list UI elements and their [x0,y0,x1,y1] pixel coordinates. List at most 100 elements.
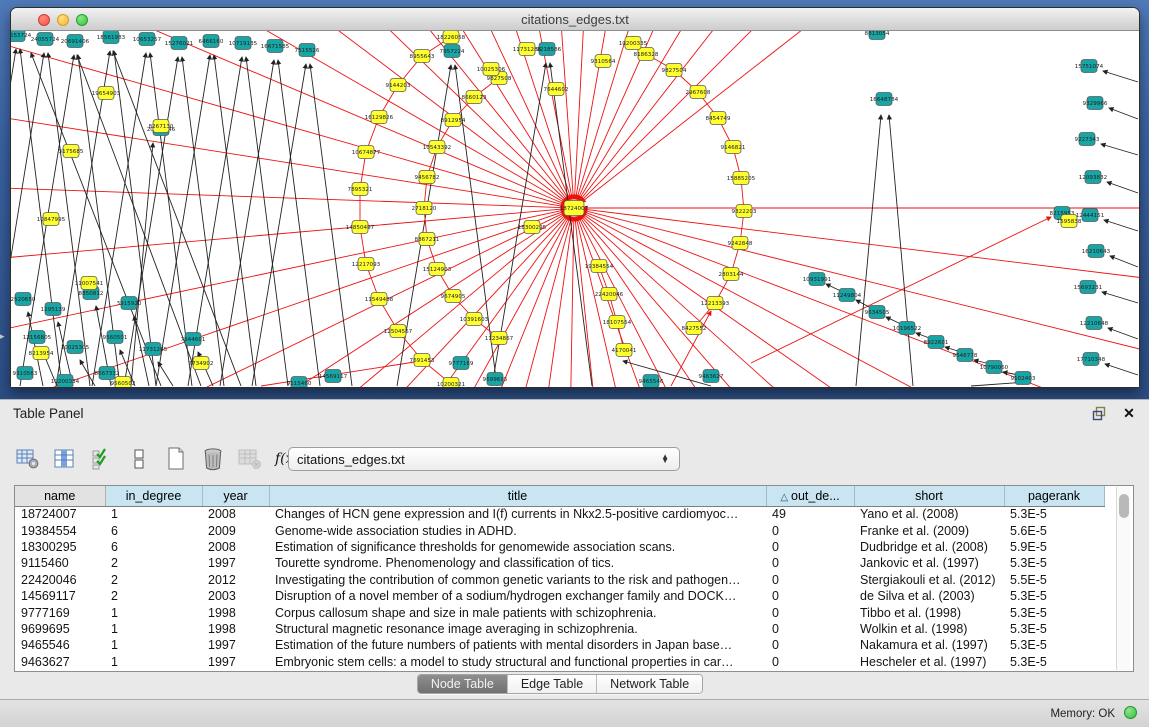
table-cell[interactable]: Nakamura et al. (1997) [854,637,1004,653]
table-cell[interactable]: 5.3E-5 [1004,588,1104,604]
table-cell[interactable]: Changes of HCN gene expression and I(f) … [269,506,766,522]
network-view[interactable]: 2055372424055724206914061856198310653257… [11,31,1139,387]
table-cell[interactable]: Franke et al. (2009) [854,522,1004,538]
network-node[interactable]: 11234867 [485,332,514,345]
table-cell[interactable]: 0 [766,539,854,555]
column-header-title[interactable]: title [269,486,766,506]
table-settings-button[interactable] [14,446,42,472]
network-node[interactable]: 18107554 [603,316,632,329]
table-cell[interactable]: 5.5E-5 [1004,572,1104,588]
table-cell[interactable]: 1997 [202,654,269,670]
table-cell[interactable]: 1 [105,506,202,522]
table-row[interactable]: 946362711997Embryonic stem cells: a mode… [15,654,1104,670]
network-node[interactable]: 9115460 [287,377,312,388]
table-cell[interactable]: Wolkin et al. (1998) [854,621,1004,637]
network-node[interactable]: 11249804 [833,289,862,302]
network-node[interactable]: 7691453 [410,354,435,367]
network-node[interactable]: 9674905 [441,290,466,303]
table-cell[interactable]: Investigating the contribution of common… [269,572,766,588]
network-node[interactable]: 10200334 [51,375,80,388]
network-node[interactable]: 10847995 [37,213,66,226]
network-node[interactable]: 12217093 [352,258,381,271]
table-cell[interactable]: 0 [766,555,854,571]
table-cell[interactable]: 0 [766,621,854,637]
network-node[interactable]: 10653257 [133,33,162,46]
network-node[interactable]: 6466160 [199,35,224,48]
table-cell[interactable]: 5.3E-5 [1004,654,1104,670]
table-cell[interactable]: Jankovic et al. (1997) [854,555,1004,571]
table-cell[interactable]: 9115460 [15,555,105,571]
network-node[interactable]: 12504567 [384,325,413,338]
network-node[interactable]: 10196522 [893,322,921,335]
network-node[interactable]: 16210643 [1082,245,1111,258]
table-cell[interactable]: 5.9E-5 [1004,539,1104,555]
table-cell[interactable]: 2012 [202,572,269,588]
network-node[interactable]: 18724007 [560,201,589,216]
table-scrollbar[interactable] [1116,487,1130,670]
network-node[interactable]: 3175685 [59,145,84,158]
table-cell[interactable]: Corpus callosum shape and size in male p… [269,604,766,620]
network-node[interactable]: 2520650 [11,293,36,306]
table-cell[interactable]: 1 [105,637,202,653]
network-node[interactable]: 4170041 [612,344,637,357]
table-cell[interactable]: Estimation of the future numbers of pati… [269,637,766,653]
network-node[interactable]: 8912954 [441,114,466,127]
column-header-in_degree[interactable]: in_degree [105,486,202,506]
table-row[interactable]: 1872400712008Changes of HCN gene express… [15,506,1104,522]
network-node[interactable]: 9463627 [699,370,724,383]
column-visibility-button[interactable] [51,446,79,472]
network-node[interactable]: 9227343 [1075,133,1100,146]
window-titlebar[interactable]: citations_edges.txt [11,8,1139,31]
network-node[interactable]: 7644601 [181,333,206,346]
table-cell[interactable]: 1998 [202,621,269,637]
network-node[interactable]: 15751074 [1075,60,1104,73]
table-row[interactable]: 1938455462009Genome-wide association stu… [15,522,1104,538]
new-table-button[interactable] [162,446,190,472]
network-node[interactable]: 16129826 [365,111,394,124]
network-node[interactable]: 1295139 [41,303,66,316]
table-cell[interactable]: Tourette syndrome. Phenomenology and cla… [269,555,766,571]
network-node[interactable]: 8955643 [410,50,435,63]
table-cell[interactable]: 5.6E-5 [1004,522,1104,538]
table-cell[interactable]: Tibbo et al. (1998) [854,604,1004,620]
network-node[interactable]: 8454749 [706,112,731,125]
table-cell[interactable]: 19384554 [15,522,105,538]
network-node[interactable]: 12213393 [701,297,730,310]
network-node[interactable]: 9456782 [415,171,440,184]
network-node[interactable]: 7895321 [348,183,373,196]
network-node[interactable]: 15885205 [727,172,756,185]
table-cell[interactable]: 1997 [202,637,269,653]
table-cell[interactable]: 2 [105,555,202,571]
table-row[interactable]: 977716911998Corpus callosum shape and si… [15,604,1104,620]
network-node[interactable]: 11731286 [513,43,542,56]
table-cell[interactable]: 1997 [202,555,269,571]
network-node[interactable]: 15276021 [165,37,194,50]
table-selector-dropdown[interactable]: citations_edges.txt ▲▼ [288,447,680,471]
table-scrollbar-thumb[interactable] [1119,494,1129,518]
table-cell[interactable]: 2009 [202,522,269,538]
table-cell[interactable]: 1 [105,621,202,637]
network-node[interactable]: 11549488 [365,293,394,306]
network-node[interactable]: 10391603 [460,313,489,326]
close-panel-icon[interactable]: ✕ [1121,405,1137,421]
table-cell[interactable]: 0 [766,572,854,588]
network-node[interactable]: 9634505 [865,306,890,319]
table-cell[interactable]: 22420046 [15,572,105,588]
network-node[interactable]: 18561983 [97,31,126,44]
network-node[interactable]: 9144203 [386,79,411,92]
table-cell[interactable]: 2008 [202,539,269,555]
network-node[interactable]: 9322203 [732,205,757,218]
table-cell[interactable]: 49 [766,506,854,522]
collapse-handle-icon[interactable]: ▸ [0,331,5,342]
table-cell[interactable]: 1998 [202,604,269,620]
column-header-name[interactable]: name [15,486,105,506]
network-node[interactable]: 7515526 [295,44,320,57]
table-cell[interactable]: 5.3E-5 [1004,637,1104,653]
network-node[interactable]: 11007541 [75,277,104,290]
table-cell[interactable]: 9463627 [15,654,105,670]
delete-table-button[interactable] [236,446,264,472]
network-node[interactable]: 9310563 [13,367,38,380]
table-row[interactable]: 946554611997Estimation of the future num… [15,637,1104,653]
table-cell[interactable]: 5.3E-5 [1004,506,1104,522]
table-cell[interactable]: Dudbridge et al. (2008) [854,539,1004,555]
